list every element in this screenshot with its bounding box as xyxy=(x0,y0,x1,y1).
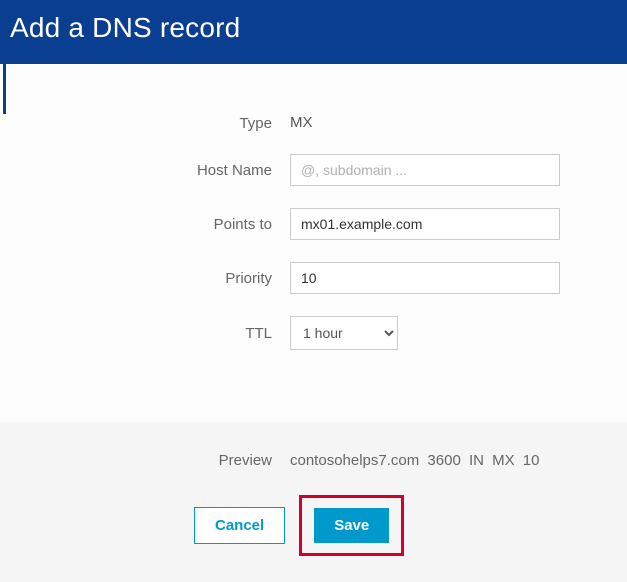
ttl-label: TTL xyxy=(20,325,290,342)
row-hostname: Host Name xyxy=(20,154,607,186)
pointsto-label: Points to xyxy=(20,216,290,233)
row-pointsto: Points to xyxy=(20,208,607,240)
preview-label: Preview xyxy=(20,452,290,469)
save-button[interactable]: Save xyxy=(314,508,389,543)
modal-title: Add a DNS record xyxy=(10,12,617,44)
priority-input[interactable] xyxy=(290,262,560,294)
row-ttl: TTL 1 hour xyxy=(20,316,607,350)
preview-text: contosohelps7.com 3600 IN MX 10 xyxy=(290,452,539,469)
accent-strip xyxy=(3,64,627,114)
hostname-input[interactable] xyxy=(290,154,560,186)
cancel-button[interactable]: Cancel xyxy=(194,507,285,544)
ttl-select[interactable]: 1 hour xyxy=(290,316,398,350)
type-value: MX xyxy=(290,114,313,131)
button-row: Cancel Save xyxy=(20,495,607,556)
hostname-label: Host Name xyxy=(20,162,290,179)
row-priority: Priority xyxy=(20,262,607,294)
form-body: Type MX Host Name Points to Priority TTL… xyxy=(0,114,627,392)
modal-footer: Preview contosohelps7.com 3600 IN MX 10 … xyxy=(0,422,627,582)
priority-label: Priority xyxy=(20,270,290,287)
row-type: Type MX xyxy=(20,114,607,132)
row-preview: Preview contosohelps7.com 3600 IN MX 10 xyxy=(20,452,607,469)
highlight-annotation: Save xyxy=(299,495,404,556)
modal-header: Add a DNS record xyxy=(0,0,627,64)
pointsto-input[interactable] xyxy=(290,208,560,240)
type-label: Type xyxy=(20,115,290,132)
